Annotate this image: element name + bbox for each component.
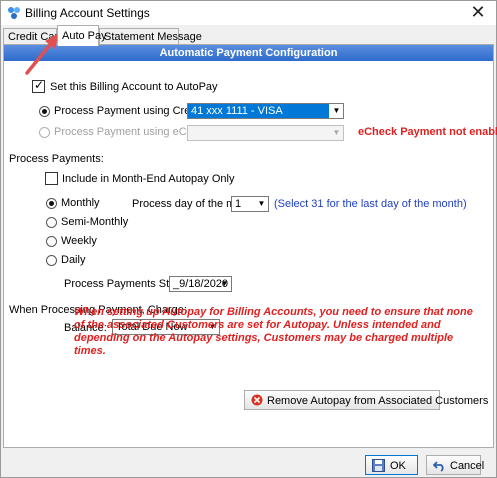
auto-pay-panel: Automatic Payment Configuration ✓ Set th…	[3, 44, 497, 448]
process-day-hint: (Select 31 for the last day of the month…	[274, 198, 467, 210]
chevron-down-icon[interactable]: ▼	[330, 104, 343, 118]
start-date-picker[interactable]: _9/18/2020 ▼	[169, 276, 232, 292]
section-header: Automatic Payment Configuration	[4, 45, 493, 61]
undo-icon	[432, 459, 446, 475]
tab-strip: Credit Cards Auto Pay Statement Message	[3, 25, 494, 46]
frequency-semi-monthly-label: Semi-Monthly	[61, 216, 129, 228]
echeck-warning: eCheck Payment not enabled	[358, 126, 497, 138]
frequency-daily-radio[interactable]	[46, 255, 57, 266]
remove-icon	[251, 394, 263, 409]
credit-card-select[interactable]: 41 xxx 1111 - VISA ▼	[187, 103, 344, 119]
ok-button[interactable]: OK	[365, 455, 418, 475]
chevron-down-icon[interactable]: ▼	[330, 126, 343, 140]
month-end-checkbox[interactable]	[45, 172, 58, 185]
tab-auto-pay[interactable]: Auto Pay	[57, 25, 107, 46]
autopay-warning-text: When setting up Autopay for Billing Acco…	[74, 306, 473, 357]
chevron-down-icon[interactable]: ▼	[218, 277, 231, 291]
remove-autopay-button[interactable]: Remove Autopay from Associated Customers	[244, 390, 488, 410]
process-day-select[interactable]: 1 ▼	[231, 196, 269, 212]
process-payments-title: Process Payments:	[9, 153, 104, 165]
billing-account-settings-window: Billing Account Settings ✕ Credit Cards …	[0, 0, 497, 478]
month-end-label: Include in Month-End Autopay Only	[62, 173, 235, 185]
credit-card-radio[interactable]	[39, 106, 50, 117]
window-title: Billing Account Settings	[25, 6, 150, 20]
frequency-monthly-radio[interactable]	[46, 198, 57, 209]
save-icon	[372, 459, 385, 475]
frequency-semi-monthly-radio[interactable]	[46, 217, 57, 228]
tab-statement-message[interactable]: Statement Message	[99, 28, 202, 45]
app-icon	[7, 6, 21, 20]
set-autopay-label: Set this Billing Account to AutoPay	[50, 81, 218, 93]
title-bar: Billing Account Settings ✕	[1, 1, 496, 25]
set-autopay-checkbox[interactable]: ✓	[32, 78, 45, 93]
frequency-monthly-label: Monthly	[61, 197, 100, 209]
frequency-daily-label: Daily	[61, 254, 86, 266]
echeck-select[interactable]: ▼	[187, 125, 344, 141]
chevron-down-icon[interactable]: ▼	[255, 197, 268, 211]
frequency-weekly-label: Weekly	[61, 235, 97, 247]
close-icon[interactable]: ✕	[468, 2, 488, 22]
cancel-button[interactable]: Cancel	[426, 455, 484, 475]
frequency-weekly-radio[interactable]	[46, 236, 57, 247]
echeck-radio[interactable]	[39, 127, 50, 138]
